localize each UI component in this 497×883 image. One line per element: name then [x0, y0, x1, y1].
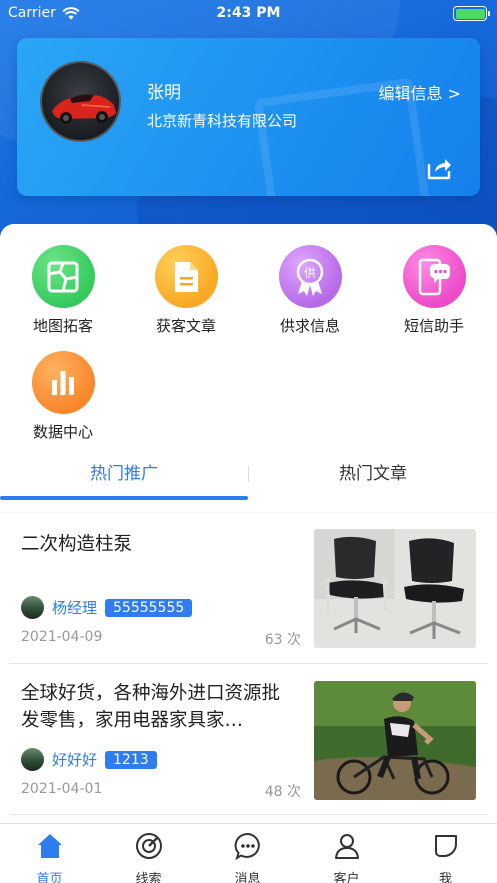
badge-icon: 供: [278, 245, 342, 308]
author-name[interactable]: 好好好: [52, 749, 97, 770]
status-bar: Carrier 2:43 PM: [0, 0, 497, 28]
author-avatar: [21, 596, 44, 619]
cyclist-image: [314, 681, 476, 800]
tab-label: 线索: [135, 872, 162, 883]
list-divider: [9, 814, 488, 815]
tab-label: 客户: [333, 872, 360, 883]
bar-chart-icon: [31, 351, 95, 414]
tab-me[interactable]: 我: [396, 832, 495, 883]
feature-articles[interactable]: 获客文章: [136, 245, 236, 336]
profile-leaf-icon: [434, 835, 457, 857]
battery-icon: [453, 6, 490, 21]
home-icon: [37, 834, 62, 858]
tab-hot-promotion[interactable]: 热门推广: [0, 452, 248, 496]
target-icon: [135, 833, 162, 859]
item-author: 杨经理 55555555: [21, 596, 193, 619]
item-views: 63 次: [264, 632, 301, 648]
tab-messages[interactable]: 消息: [198, 832, 297, 883]
item-title: 二次构造柱泵: [21, 534, 133, 555]
bottom-tab-bar: 首页 线索 消息 客户 我: [0, 823, 497, 883]
item-date: 2021-04-01: [21, 781, 103, 797]
share-icon[interactable]: [425, 154, 453, 182]
profile-company: 北京新青科技有限公司: [147, 112, 298, 130]
phone-badge[interactable]: 55555555: [105, 598, 193, 617]
profile-card[interactable]: 张明 北京新青科技有限公司 编辑信息 >: [17, 38, 480, 196]
tab-bar-hot: 热门推广 热门文章: [0, 452, 497, 500]
avatar-car-image: [52, 94, 116, 124]
item-thumbnail[interactable]: [314, 681, 476, 800]
tab-hot-articles[interactable]: 热门文章: [249, 452, 497, 496]
sms-phone-icon: [402, 245, 466, 308]
feature-label: 数据中心: [32, 423, 93, 441]
feature-data-center[interactable]: 数据中心: [13, 351, 113, 442]
author-name[interactable]: 杨经理: [52, 597, 97, 618]
tab-label: 我: [438, 872, 452, 883]
tab-home[interactable]: 首页: [0, 832, 99, 883]
tab-leads[interactable]: 线索: [99, 832, 198, 883]
promotion-list: 二次构造柱泵 杨经理 55555555 2021-04-09 63 次 全球好货…: [0, 513, 497, 823]
tab-customers[interactable]: 客户: [297, 832, 396, 883]
feature-label: 获客文章: [155, 317, 216, 335]
feature-map-prospecting[interactable]: 地图拓客: [13, 245, 113, 336]
item-views: 48 次: [264, 784, 301, 800]
feature-label: 地图拓客: [32, 317, 93, 335]
item-thumbnail[interactable]: [314, 529, 476, 648]
list-item[interactable]: 二次构造柱泵 杨经理 55555555 2021-04-09 63 次: [0, 513, 497, 663]
item-author: 好好好 1213: [21, 748, 157, 771]
feature-sms-assistant[interactable]: 短信助手: [384, 245, 484, 336]
status-time: 2:43 PM: [216, 5, 281, 21]
author-avatar: [21, 748, 44, 771]
item-title: 全球好货，各种海外进口资源批发零售，家用电器家具家…: [21, 683, 281, 731]
office-chairs-image: [314, 529, 476, 648]
tab-label: 消息: [234, 872, 261, 883]
list-item[interactable]: 全球好货，各种海外进口资源批发零售，家用电器家具家… 好好好 1213 2021…: [0, 664, 497, 814]
chat-icon: [234, 832, 260, 861]
feature-label: 短信助手: [403, 317, 464, 335]
avatar[interactable]: [40, 61, 121, 142]
main-content: 地图拓客 获客文章 供 供求信息 短信助手 数据中心 热门推广 热门文章: [0, 224, 497, 512]
feature-supply-demand[interactable]: 供 供求信息: [260, 245, 360, 336]
person-icon: [334, 834, 359, 859]
document-icon: [154, 245, 218, 308]
map-icon: [31, 245, 95, 308]
item-date: 2021-04-09: [21, 629, 103, 645]
profile-name: 张明: [147, 83, 181, 103]
feature-label: 供求信息: [279, 317, 340, 335]
svg-text:供: 供: [304, 266, 316, 280]
edit-info-link[interactable]: 编辑信息 >: [379, 80, 462, 104]
phone-badge[interactable]: 1213: [105, 750, 157, 769]
tab-label: 首页: [36, 872, 63, 883]
tab-active-indicator: [0, 496, 248, 500]
